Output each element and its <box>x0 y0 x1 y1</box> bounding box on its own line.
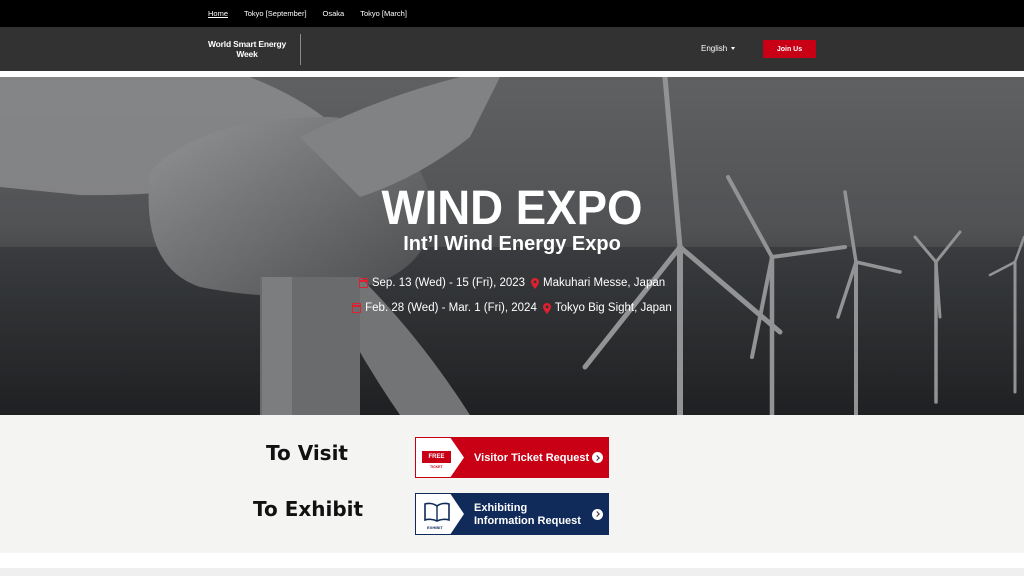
ticket-badge-sub: TICKET <box>430 465 443 469</box>
calendar-icon <box>352 303 362 313</box>
call-to-action-section: To Visit FREE TICKET Visitor Ticket Requ… <box>0 415 1024 553</box>
language-label: English <box>701 44 728 53</box>
event-venue: Makuhari Messe, Japan <box>531 277 665 289</box>
topnav-links: Home Tokyo [September] Osaka Tokyo [Marc… <box>208 0 407 27</box>
hero-title: WIND EXPO <box>381 182 643 235</box>
topnav-link-osaka[interactable]: Osaka <box>323 9 345 18</box>
exhibiting-info-line-2: Information Request <box>474 514 581 527</box>
event-dates-text: Sep. 13 (Wed) - 15 (Fri), 2023 <box>371 277 526 289</box>
topnav-link-tokyo-september[interactable]: Tokyo [September] <box>244 9 307 18</box>
event-dates: Feb. 28 (Wed) - Mar. 1 (Fri), 2024 <box>352 302 537 314</box>
top-navigation: Home Tokyo [September] Osaka Tokyo [Marc… <box>0 0 1024 27</box>
arrow-circle-icon <box>592 508 603 520</box>
join-us-button[interactable]: Join Us <box>763 40 816 58</box>
event-venue-text: Tokyo Big Sight, Japan <box>554 302 672 314</box>
map-pin-icon <box>542 302 551 314</box>
exhibit-icon-sub: EXHIBIT <box>427 525 443 530</box>
book-icon <box>424 502 450 522</box>
event-row: Sep. 13 (Wed) - 15 (Fri), 2023 Makuhari … <box>0 277 1024 289</box>
hero-banner: WIND EXPO Int’l Wind Energy Expo Sep. 13… <box>0 77 1024 415</box>
page-bottom-divider <box>0 568 1024 576</box>
free-ticket-badge: FREE <box>422 451 451 463</box>
event-dates-text: Feb. 28 (Wed) - Mar. 1 (Fri), 2024 <box>365 302 537 314</box>
calendar-icon <box>358 278 368 288</box>
visitor-ticket-label: Visitor Ticket Request <box>474 452 590 464</box>
hero-subtitle: Int’l Wind Energy Expo <box>403 233 621 255</box>
event-venue: Tokyo Big Sight, Japan <box>542 302 672 314</box>
site-header: World Smart Energy Week English Join Us <box>0 27 1024 71</box>
map-pin-icon <box>531 277 540 289</box>
exhibiting-info-line-1: Exhibiting <box>474 502 528 514</box>
event-row: Feb. 28 (Wed) - Mar. 1 (Fri), 2024 Tokyo… <box>0 302 1024 314</box>
visitor-ticket-request-button[interactable]: FREE TICKET Visitor Ticket Request <box>415 437 609 478</box>
exhibiting-info-label: Exhibiting Information Request <box>474 502 581 527</box>
topnav-link-tokyo-march[interactable]: Tokyo [March] <box>360 9 407 18</box>
event-venue-text: Makuhari Messe, Japan <box>543 277 666 289</box>
logo-line-2: Week <box>236 48 258 59</box>
to-visit-label: To Visit <box>266 441 348 465</box>
arrow-circle-icon <box>592 452 603 463</box>
exhibiting-information-request-button[interactable]: EXHIBIT Exhibiting Information Request <box>415 493 609 535</box>
caret-down-icon <box>731 47 736 50</box>
site-logo[interactable]: World Smart Energy Week <box>206 39 288 59</box>
topnav-link-home[interactable]: Home <box>208 9 228 18</box>
event-dates: Sep. 13 (Wed) - 15 (Fri), 2023 <box>358 277 526 289</box>
language-selector[interactable]: English <box>701 44 736 53</box>
to-exhibit-label: To Exhibit <box>253 497 364 521</box>
logo-divider <box>300 34 301 65</box>
